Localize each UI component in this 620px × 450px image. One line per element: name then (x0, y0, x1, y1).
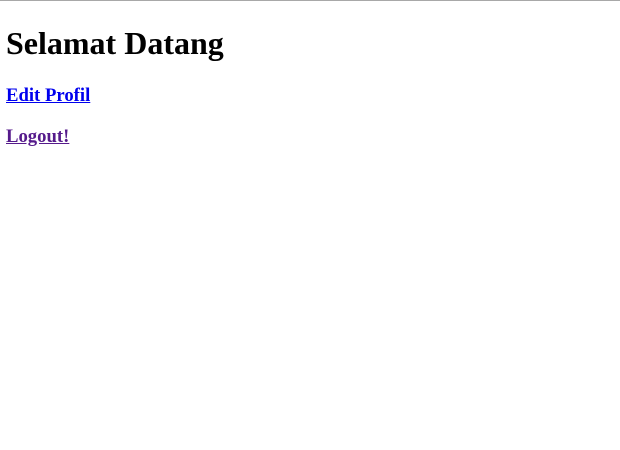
edit-profile-heading: Edit Profil (6, 85, 614, 107)
logout-link[interactable]: Logout! (6, 126, 69, 147)
page-title: Selamat Datang (6, 25, 224, 61)
edit-profile-link[interactable]: Edit Profil (6, 85, 90, 106)
logout-heading: Logout! (6, 126, 614, 148)
page-content: Selamat Datang Edit Profil Logout! (0, 25, 620, 148)
window-top-border (0, 0, 620, 1)
